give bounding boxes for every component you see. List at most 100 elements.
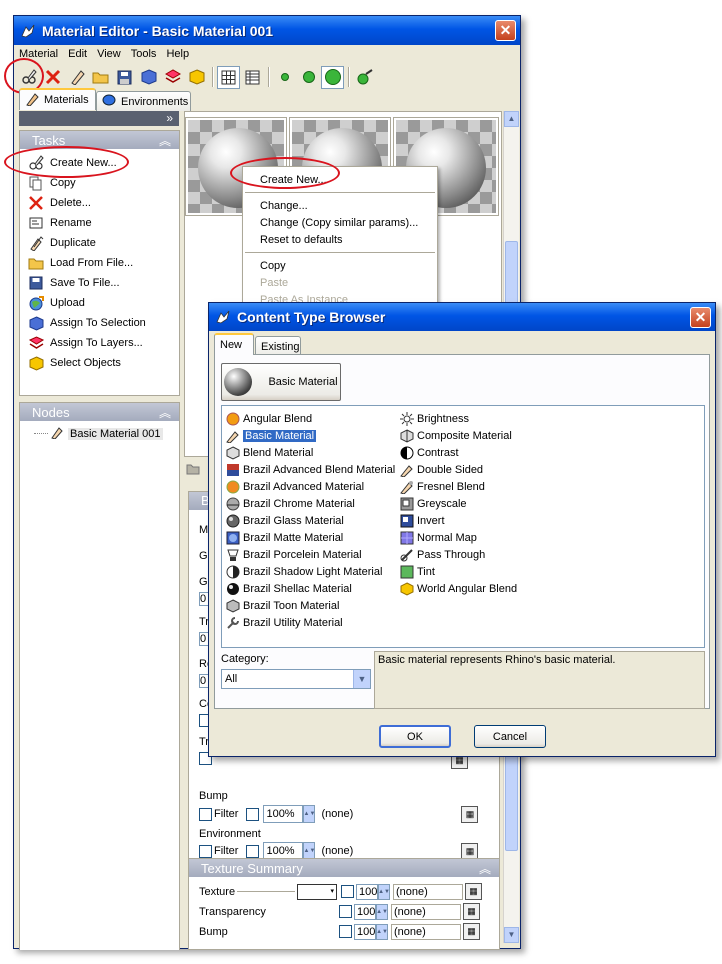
texture-amount-input[interactable]: 100 [356,883,378,900]
nodes-header[interactable]: Nodes ︽ [20,403,179,421]
task-upload[interactable]: Upload [20,293,179,313]
task-rename[interactable]: Rename [20,213,179,233]
list-item[interactable]: World Angular Blend [399,580,517,597]
collapse-strip[interactable]: » [19,111,179,126]
menu-tools[interactable]: Tools [131,48,157,60]
ctx-change[interactable]: Change... [243,197,437,214]
large-swatch-icon[interactable] [321,65,344,89]
bump-summary-checkbox[interactable] [339,925,352,938]
ctx-reset-defaults[interactable]: Reset to defaults [243,231,437,248]
collapse-up-icon[interactable]: ︽ [159,404,171,421]
menu-edit[interactable]: Edit [68,48,87,60]
color-swatch-dropdown[interactable]: ▾ [297,883,337,900]
texture-picker-icon[interactable]: ▦ [463,903,480,920]
texture-picker-icon[interactable]: ▦ [463,923,480,940]
close-button[interactable]: ✕ [495,20,516,41]
tab-new[interactable]: New [214,333,254,355]
bump-summary-amount-input[interactable]: 100 [354,923,376,940]
list-item[interactable]: Brazil Chrome Material [225,495,355,512]
menu-view[interactable]: View [97,48,121,60]
list-item[interactable]: Angular Blend [225,410,312,427]
delete-icon[interactable] [41,66,64,89]
list-item-label: Brazil Shadow Light Material [243,565,383,578]
list-item[interactable]: Brazil Shellac Material [225,580,352,597]
tab-existing[interactable]: Existing [255,336,301,356]
task-select-objects[interactable]: Select Objects [20,353,179,373]
rename-icon[interactable] [65,66,88,89]
ctx-change-copy-params[interactable]: Change (Copy similar params)... [243,214,437,231]
list-item[interactable]: Brazil Porcelein Material [225,546,362,563]
assign-selection-icon[interactable] [137,66,160,89]
list-item[interactable]: Normal Map [399,529,477,546]
open-folder-icon[interactable] [89,66,112,89]
task-save-to-file[interactable]: Save To File... [20,273,179,293]
dialog-close-button[interactable]: ✕ [690,307,711,328]
scroll-up-icon[interactable]: ▲ [504,111,519,127]
chevron-down-icon[interactable]: ▼ [353,670,370,688]
collapse-up-icon[interactable]: ︽ [479,860,491,877]
list-item[interactable]: Brazil Shadow Light Material [225,563,382,580]
assign-layers-icon[interactable] [161,66,184,89]
bump-amount-spinner[interactable]: ▲▼ [303,805,316,823]
list-item[interactable]: Greyscale [399,495,467,512]
texture-picker-icon[interactable]: ▦ [461,842,479,860]
scroll-down-icon[interactable]: ▼ [504,927,519,943]
list-item[interactable]: Fresnel Blend [399,478,485,495]
list-item[interactable]: Brazil Utility Material [225,614,343,631]
transparency-enable-checkbox[interactable] [339,905,352,918]
texture-amount-spinner[interactable]: ▲▼ [378,883,390,900]
ctx-copy[interactable]: Copy [243,257,437,274]
environment-enable-checkbox[interactable] [246,844,260,858]
tab-materials[interactable]: Materials [19,88,96,110]
list-item[interactable]: Brazil Toon Material [225,597,339,614]
list-item[interactable]: Basic Material [225,427,317,444]
texture-summary-header[interactable]: Texture Summary ︽ [189,859,499,877]
transparency-amount-input[interactable]: 100 [354,903,376,920]
bump-amount-input[interactable]: 100% [263,805,304,823]
transparency-amount-spinner[interactable]: ▲▼ [376,903,388,920]
list-item[interactable]: Invert [399,512,445,529]
environment-filter-checkbox[interactable] [199,844,212,858]
texture-picker-icon[interactable]: ▦ [465,883,482,900]
save-icon[interactable] [113,66,136,89]
list-item[interactable]: Brightness [399,410,469,427]
render-preview-icon[interactable] [353,66,376,89]
title-bar[interactable]: Material Editor - Basic Material 001 ✕ [14,16,520,45]
menu-help[interactable]: Help [166,48,189,60]
dialog-title-bar[interactable]: Content Type Browser ✕ [209,303,715,331]
list-item[interactable]: Brazil Matte Material [225,529,343,546]
category-select[interactable]: All ▼ [221,669,371,689]
list-item[interactable]: Double Sided [399,461,483,478]
grid-view-icon[interactable] [217,65,240,89]
medium-swatch-icon[interactable] [297,66,320,89]
tab-environments[interactable]: Environments [96,91,191,111]
task-load-from-file[interactable]: Load From File... [20,253,179,273]
select-objects-icon[interactable] [185,66,208,89]
ok-button[interactable]: OK [379,725,451,748]
task-assign-to-selection[interactable]: Assign To Selection [20,313,179,333]
list-item-label: Tint [417,565,435,578]
list-item[interactable]: Brazil Advanced Blend Material [225,461,395,478]
featured-basic-material-button[interactable]: Basic Material [221,363,341,401]
list-item[interactable]: Blend Material [225,444,313,461]
bump-filter-checkbox[interactable] [199,807,212,821]
collapse-up-icon[interactable]: ︽ [159,132,171,149]
list-item[interactable]: Composite Material [399,427,512,444]
cancel-button[interactable]: Cancel [474,725,546,748]
node-item[interactable]: Basic Material 001 [34,425,163,442]
list-view-icon[interactable] [241,66,264,89]
task-assign-to-layers[interactable]: Assign To Layers... [20,333,179,353]
bump-summary-spinner[interactable]: ▲▼ [376,923,388,940]
list-item[interactable]: Tint [399,563,435,580]
content-type-list[interactable]: Angular Blend Basic Material Blend Materia… [221,405,705,648]
list-item[interactable]: Brazil Advanced Material [225,478,364,495]
small-swatch-icon[interactable] [273,66,296,89]
list-item[interactable]: Pass Through [399,546,485,563]
texture-enable-checkbox[interactable] [341,885,354,898]
task-delete[interactable]: Delete... [20,193,179,213]
texture-picker-icon[interactable]: ▦ [461,805,479,823]
list-item[interactable]: Brazil Glass Material [225,512,344,529]
bump-enable-checkbox[interactable] [246,807,260,821]
list-item[interactable]: Contrast [399,444,459,461]
task-duplicate[interactable]: Duplicate [20,233,179,253]
